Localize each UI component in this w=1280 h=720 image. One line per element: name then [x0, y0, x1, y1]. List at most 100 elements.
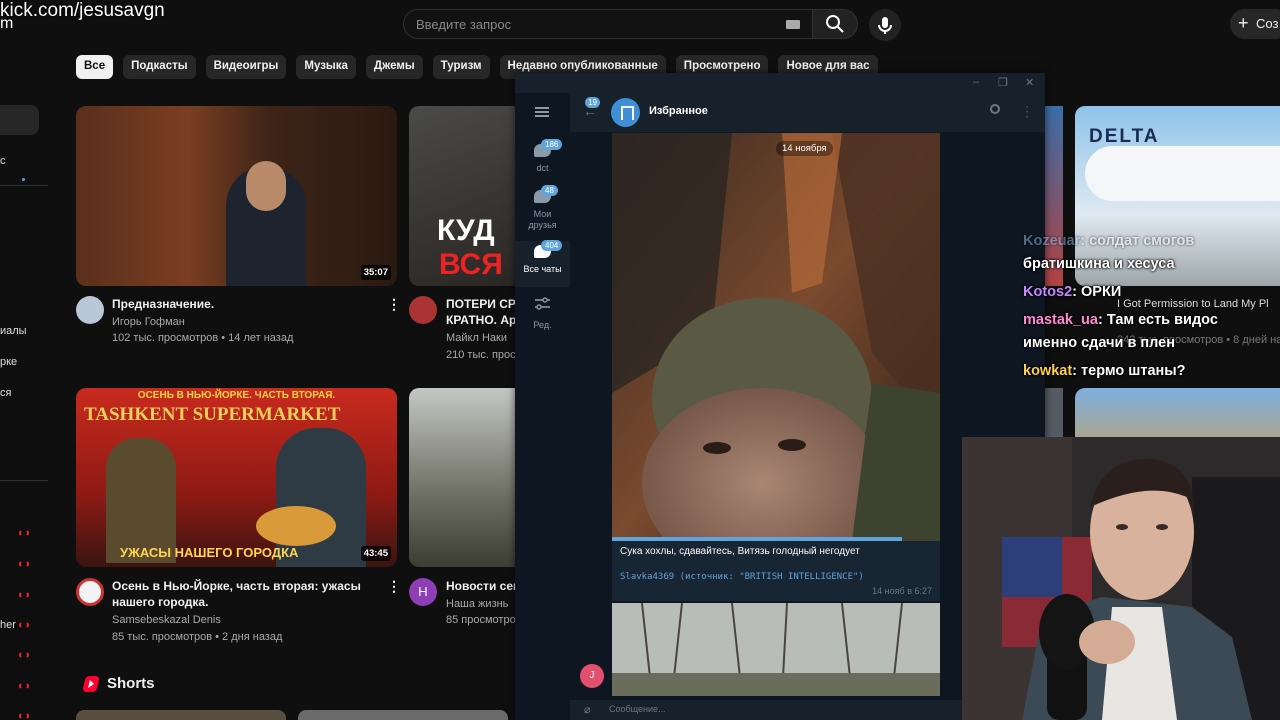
chat-message: kowkat: термо штаны? — [1023, 363, 1186, 379]
date-separator: 14 ноября — [776, 141, 833, 156]
search-icon[interactable] — [990, 104, 1000, 114]
channel-name[interactable]: Майкл Наки — [446, 330, 507, 346]
maximize-icon[interactable]: ❐ — [998, 76, 1008, 89]
message-placeholder: Сообщение... — [609, 704, 666, 714]
chat-title[interactable]: Избранное — [649, 105, 708, 117]
folder-all-chats[interactable]: 404 Все чаты — [515, 240, 570, 287]
user-avatar[interactable]: J — [580, 664, 604, 688]
create-button[interactable]: + Соз — [1230, 9, 1280, 39]
more-vert-icon[interactable]: · · · — [1025, 100, 1029, 122]
search-input[interactable]: Введите запрос — [403, 9, 813, 39]
menu-icon[interactable] — [535, 111, 549, 113]
thumbnail-bottom-text: УЖАСЫ НАШЕГО ГОРОДКА — [120, 545, 299, 560]
short-thumbnail[interactable] — [76, 710, 286, 720]
folder-my-friends[interactable]: 48 Мои друзья — [515, 185, 570, 232]
video-thumbnail[interactable] — [1045, 388, 1063, 438]
folder-edit[interactable]: Ред. — [515, 293, 570, 339]
channel-avatar[interactable]: Н — [409, 578, 437, 606]
video-meta: 102 тыс. просмотров • 14 лет назад — [112, 332, 294, 344]
chat-message: mastak_ua: Там есть видос — [1023, 312, 1218, 328]
video-thumbnail[interactable]: ОСЕНЬ В НЬЮ-ЙОРКЕ. ЧАСТЬ ВТОРАЯ. TASHKEN… — [76, 388, 397, 567]
streamer-webcam — [962, 437, 1280, 720]
folder-dct[interactable]: 186 dct — [515, 139, 570, 186]
stream-url-overlay: kick.com/jesusavgn — [0, 0, 165, 21]
video-title[interactable]: Осень в Нью-Йорке, часть вторая: ужасы — [112, 578, 361, 594]
video-thumbnail[interactable]: КУД ВСЯ — [409, 106, 519, 286]
sidebar-fragment: с — [0, 155, 6, 167]
create-label: Соз — [1256, 16, 1279, 31]
search-button[interactable] — [812, 9, 858, 39]
video-title[interactable]: Новости сег — [446, 578, 518, 594]
thumbnail-plane — [1085, 146, 1280, 201]
channel-avatar[interactable] — [409, 296, 437, 324]
folder-label: Все чаты — [523, 264, 562, 274]
chip-jams[interactable]: Джемы — [365, 55, 423, 79]
live-icon — [19, 621, 29, 629]
chat-message: Kotos2: ОРКИ — [1023, 284, 1122, 300]
channel-avatar[interactable] — [76, 578, 104, 606]
sliders-icon — [535, 297, 550, 310]
chip-tourism[interactable]: Туризм — [432, 55, 490, 79]
search-icon — [826, 15, 844, 33]
thumbnail-face — [246, 161, 286, 211]
close-icon[interactable]: ✕ — [1025, 76, 1034, 89]
more-vert-icon[interactable]: ⋮ — [387, 578, 401, 595]
mic-icon — [878, 17, 892, 34]
channel-name[interactable]: Наша жизнь — [446, 596, 508, 612]
video-duration: 43:45 — [360, 546, 391, 561]
sidebar-item-label[interactable]: ся — [0, 387, 11, 399]
message-video[interactable] — [612, 133, 940, 541]
chip-all[interactable]: Все — [76, 55, 114, 79]
sidebar: с иалы рке ся her — [0, 50, 50, 720]
webcam-frame — [962, 437, 1280, 720]
chip-videogames[interactable]: Видеоигры — [205, 55, 287, 79]
thumbnail-text: КУД — [437, 214, 495, 247]
more-vert-icon[interactable]: ⋮ — [387, 296, 401, 313]
minimize-icon[interactable]: – — [973, 76, 979, 88]
back-unread-badge: 19 — [585, 97, 600, 108]
chat-message: Kozeuar: солдат смогов — [1023, 233, 1195, 249]
chat-header: ← 19 Избранное · · · — [570, 93, 1045, 133]
live-icon — [19, 682, 29, 690]
chip-podcasts[interactable]: Подкасты — [123, 55, 196, 79]
video-title[interactable]: ПОТЕРИ СРЕ — [446, 296, 524, 312]
saved-messages-icon — [611, 98, 640, 127]
video-thumbnail[interactable]: 35:07 — [76, 106, 397, 286]
forwarded-from[interactable]: Slavka4369 (источник: "BRITISH INTELLIGE… — [620, 572, 864, 582]
channel-name[interactable]: Игорь Гофман — [112, 314, 185, 330]
folder-label: Ред. — [533, 320, 552, 330]
thumbnail-plate — [256, 506, 336, 546]
sidebar-item-label[interactable]: рке — [0, 356, 17, 368]
chip-music[interactable]: Музыка — [296, 55, 356, 79]
message-video[interactable] — [612, 603, 940, 696]
message-bubble[interactable]: Сука хохлы, сдавайтесь, Витязь голодный … — [612, 541, 940, 601]
video-title[interactable]: I Got Permission to Land My Pl — [1117, 296, 1269, 312]
chat-message: именно сдачи в плен — [1023, 335, 1175, 351]
plus-icon: + — [1238, 13, 1249, 33]
window-titlebar: – ❐ ✕ — [515, 73, 1045, 93]
video-title-line2[interactable]: КРАТНО. Арі — [446, 312, 520, 328]
video-meta: 85 просмотро — [446, 614, 516, 626]
live-icon — [19, 560, 29, 568]
message-time: 14 нояб в 6:27 — [872, 586, 932, 596]
attach-icon[interactable]: ⌀ — [584, 703, 591, 716]
folder-label: dct — [536, 163, 549, 173]
video-title[interactable]: Предназначение. — [112, 296, 214, 312]
sidebar-divider — [0, 185, 48, 186]
video-title-line2[interactable]: нашего городка. — [112, 594, 208, 610]
channel-name[interactable]: Samsebeskazal Denis — [112, 612, 221, 628]
keyboard-icon[interactable] — [786, 20, 800, 29]
video-thumbnail[interactable] — [409, 388, 519, 567]
sidebar-item-label[interactable]: her — [0, 619, 16, 631]
voice-search-button[interactable] — [869, 9, 901, 41]
search-placeholder: Введите запрос — [416, 17, 512, 32]
live-icon — [19, 712, 29, 720]
video-frame — [612, 603, 940, 696]
sidebar-item-home[interactable] — [0, 105, 39, 135]
unread-badge: 48 — [541, 185, 558, 196]
channel-avatar[interactable] — [76, 296, 104, 324]
video-thumbnail[interactable] — [1075, 388, 1280, 438]
sidebar-item-label[interactable]: иалы — [0, 325, 27, 337]
folder-label: Мои друзья — [528, 209, 557, 230]
short-thumbnail[interactable] — [298, 710, 508, 720]
